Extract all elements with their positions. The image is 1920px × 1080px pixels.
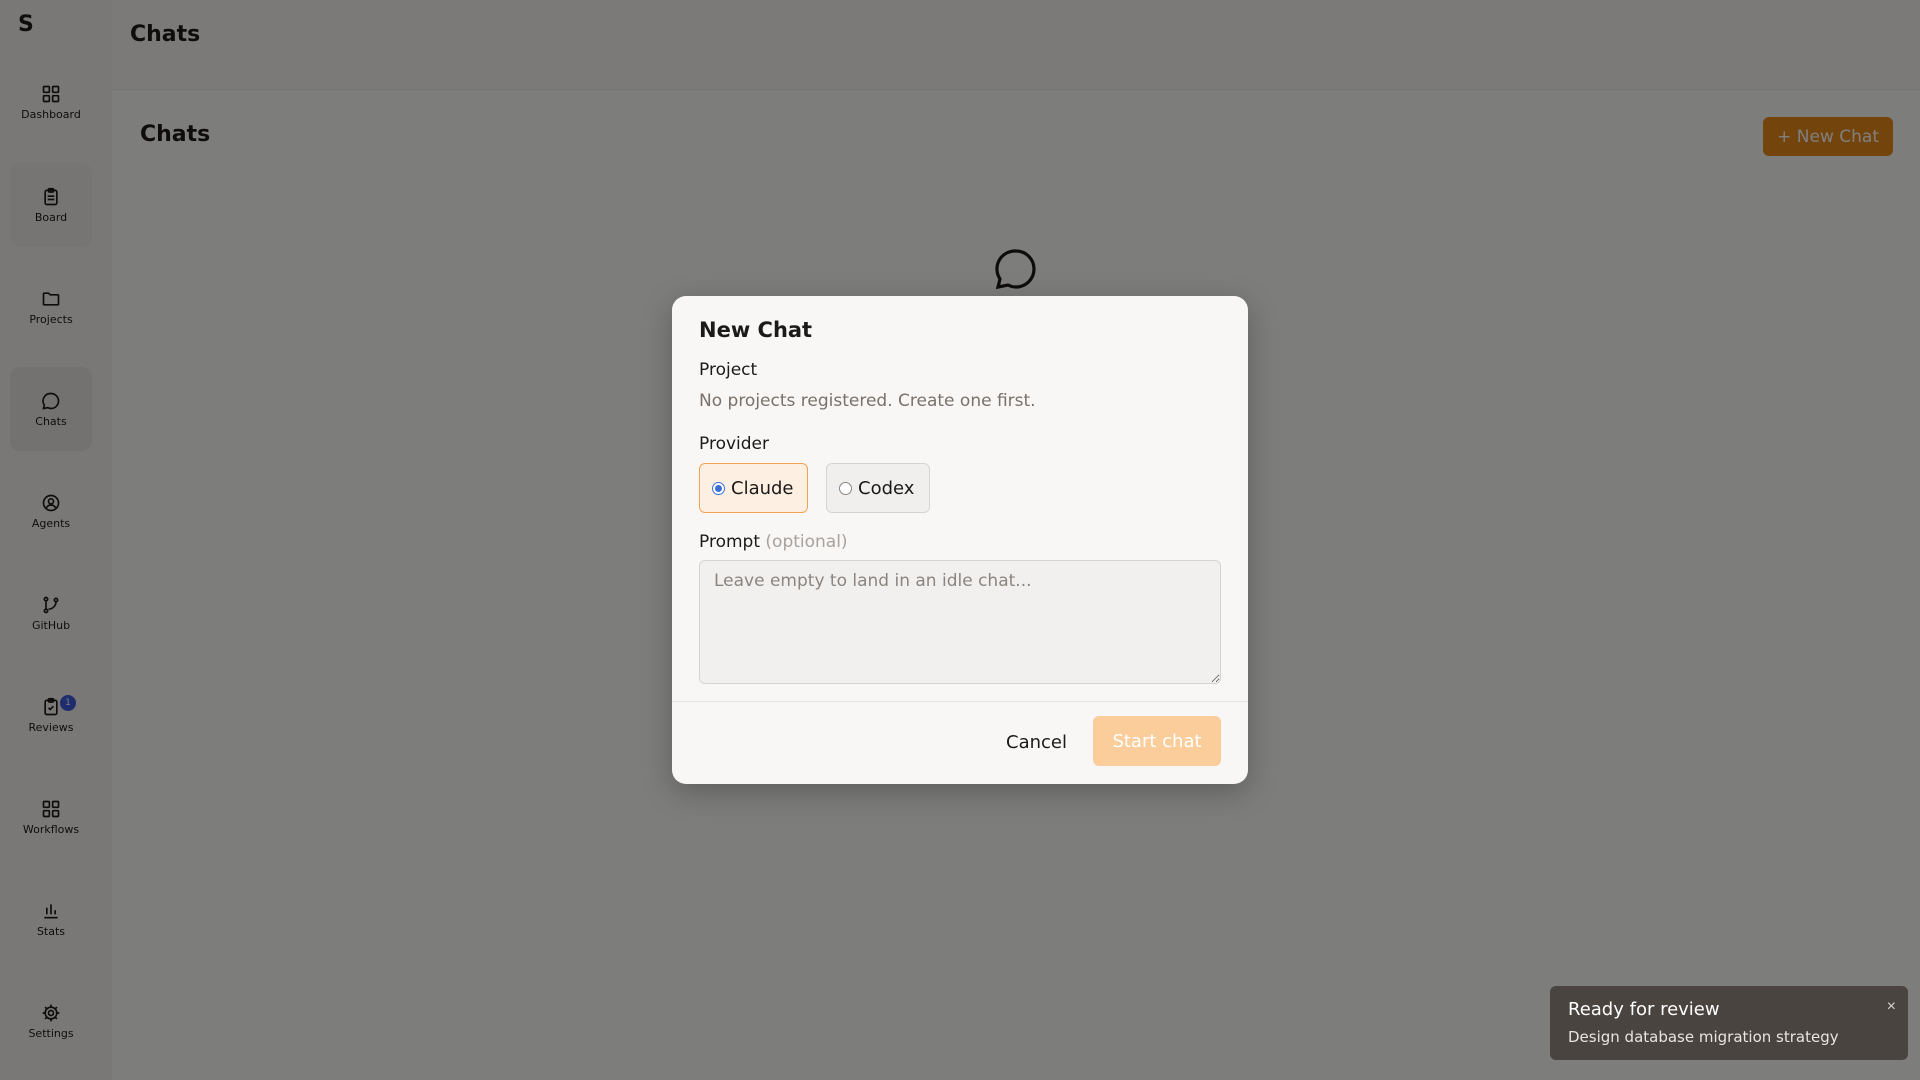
radio-button[interactable] [712, 481, 725, 495]
prompt-label: Prompt (optional) [699, 532, 848, 552]
prompt-textarea[interactable] [699, 560, 1221, 684]
provider-option-codex[interactable]: Codex [826, 463, 930, 513]
toast-message: Design database migration strategy [1568, 1028, 1839, 1046]
provider-option-claude[interactable]: Claude [699, 463, 808, 513]
prompt-label-text: Prompt [699, 532, 760, 552]
provider-option-label: Claude [731, 477, 794, 499]
toast-title: Ready for review [1568, 999, 1720, 1020]
dialog-footer-divider [672, 701, 1248, 702]
close-icon[interactable]: × [1887, 998, 1896, 1016]
provider-option-label: Codex [858, 477, 915, 499]
provider-label: Provider [699, 434, 769, 454]
dialog-title: New Chat [699, 318, 813, 342]
radio-button[interactable] [839, 481, 852, 495]
start-chat-button[interactable]: Start chat [1093, 716, 1221, 766]
new-chat-dialog: New Chat Project No projects registered.… [672, 296, 1248, 784]
prompt-optional-text: (optional) [765, 532, 848, 552]
project-label: Project [699, 360, 758, 380]
cancel-button[interactable]: Cancel [992, 717, 1081, 767]
toast-notification: Ready for review Design database migrati… [1550, 986, 1908, 1060]
project-empty-hint: No projects registered. Create one first… [699, 391, 1036, 411]
